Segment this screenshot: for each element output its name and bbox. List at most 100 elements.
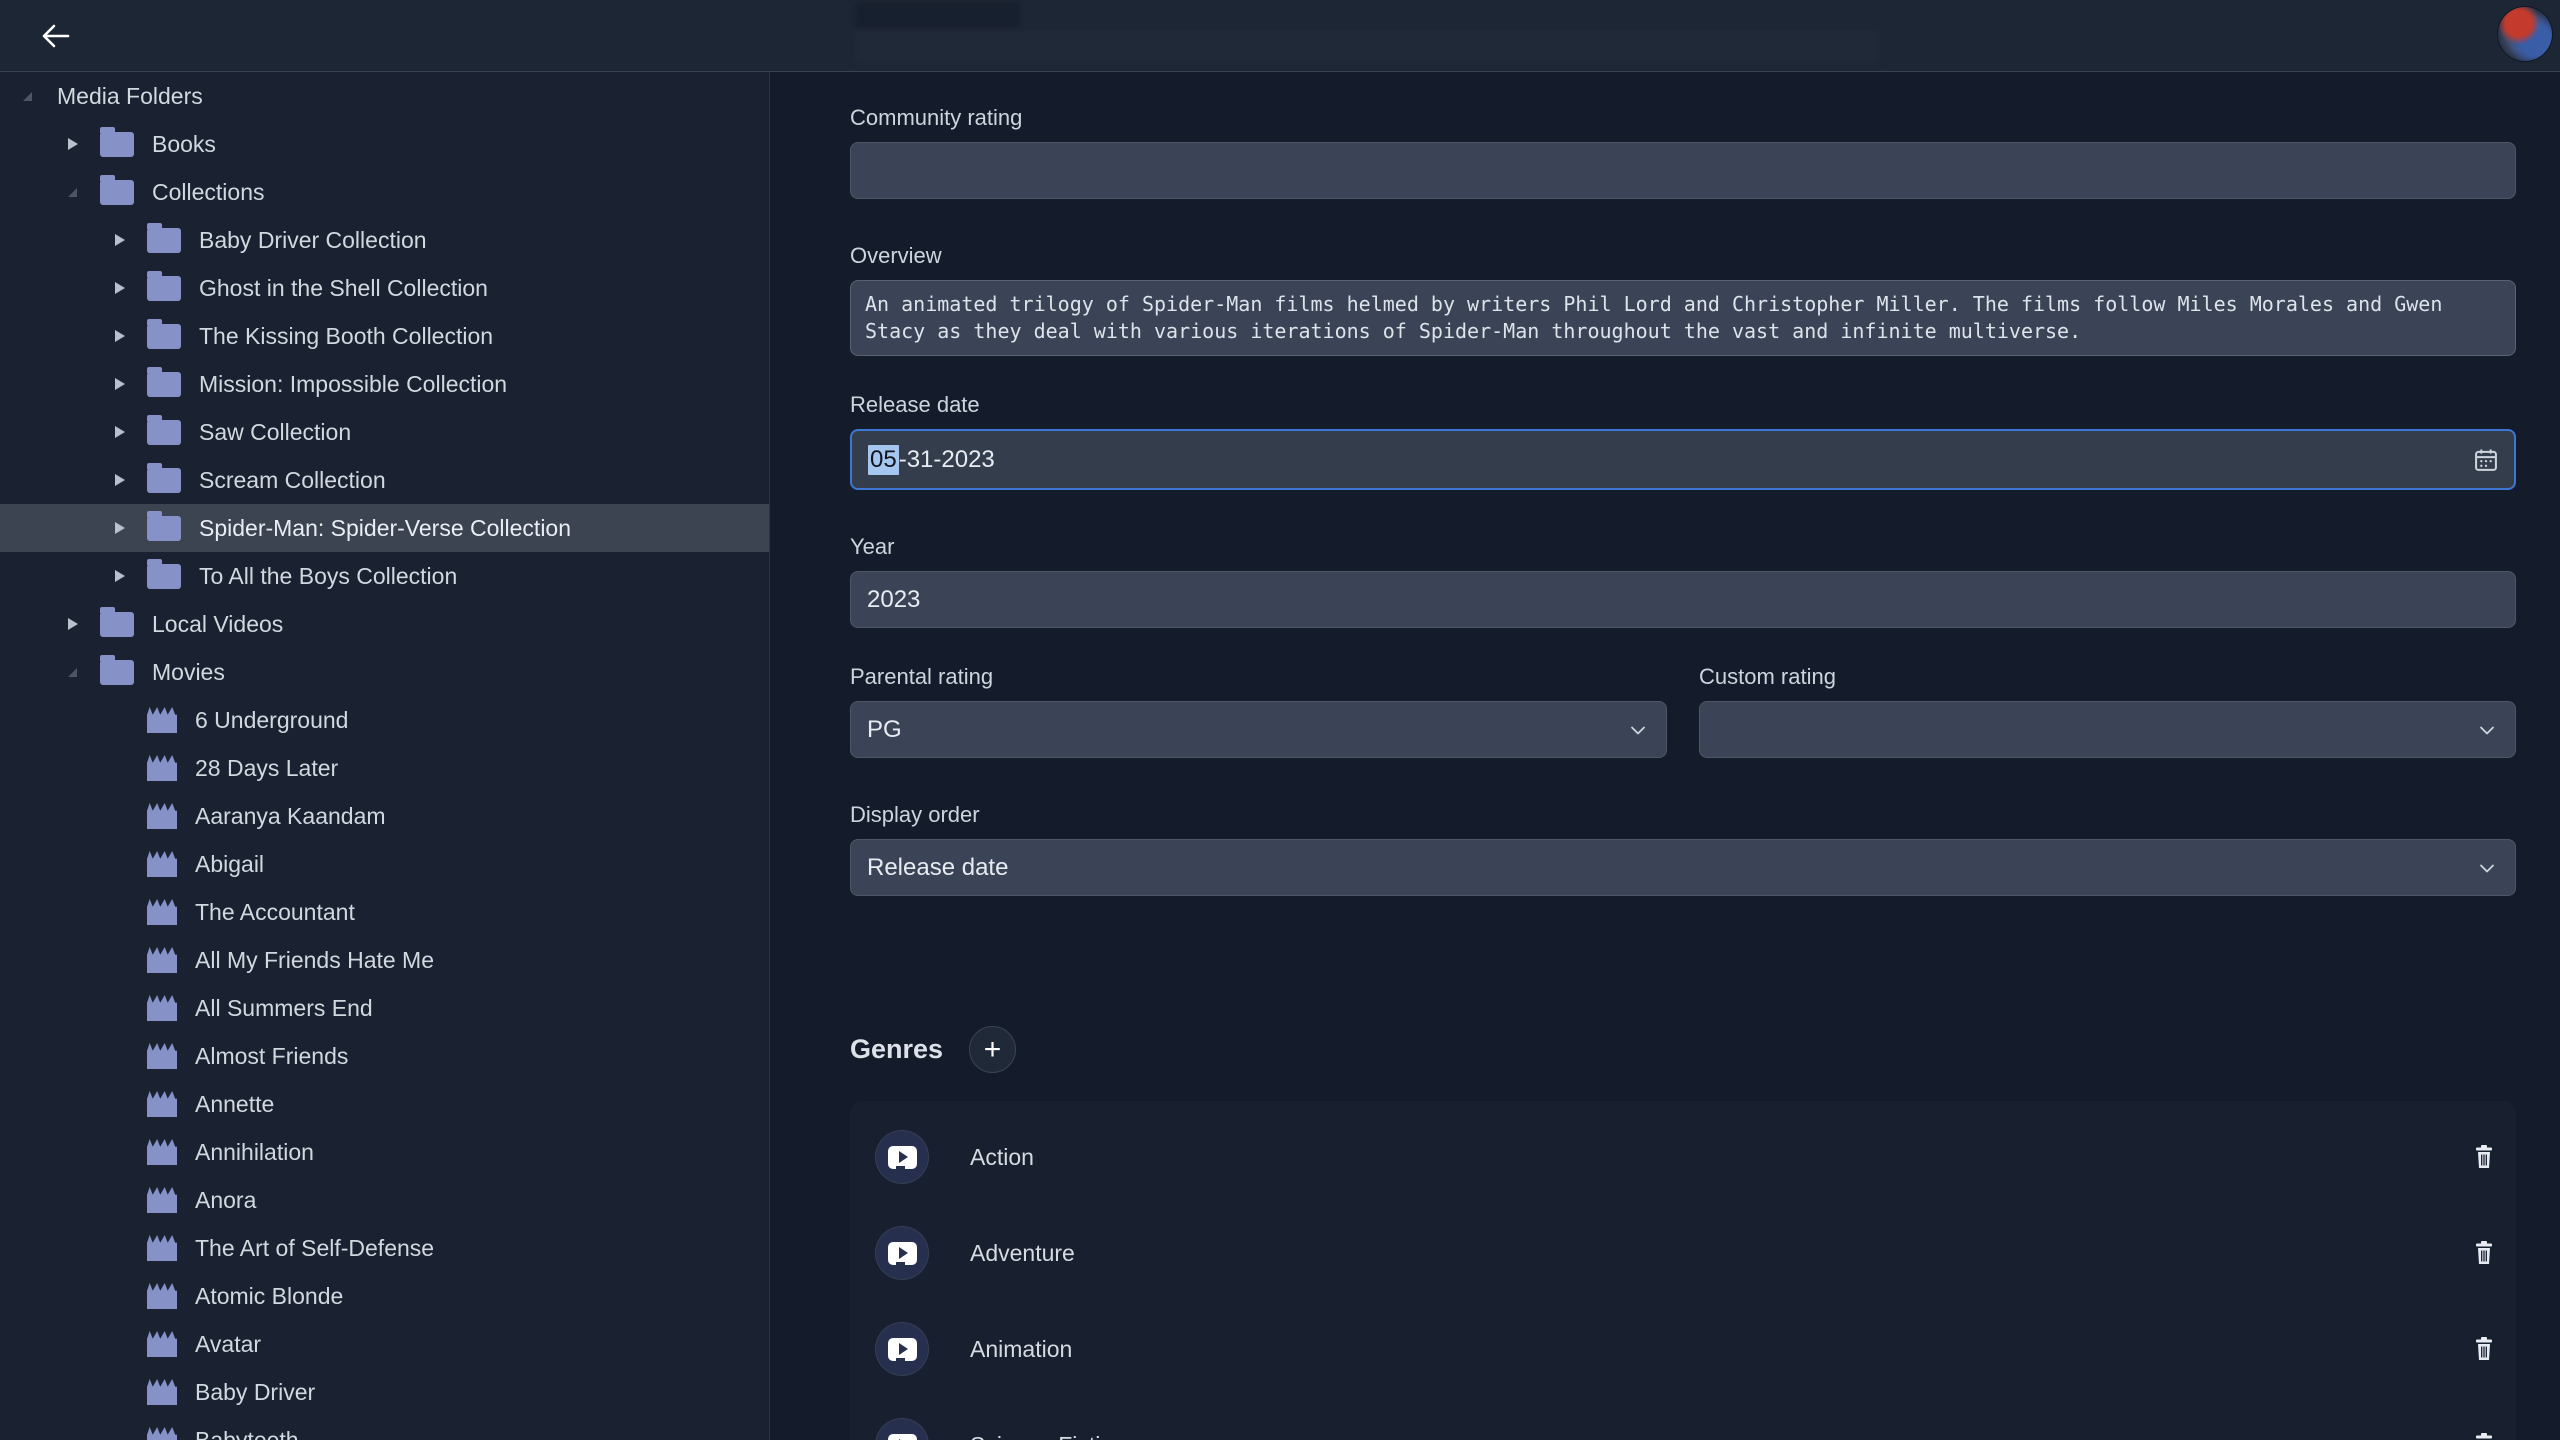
- folder-icon: [100, 660, 134, 685]
- tree-item-collections[interactable]: Collections: [0, 168, 769, 216]
- overview-textarea[interactable]: An animated trilogy of Spider-Man films …: [850, 280, 2516, 356]
- expander-spacer: [115, 1428, 139, 1440]
- expander-closed-icon[interactable]: [115, 324, 139, 348]
- chevron-down-icon: [2475, 856, 2499, 880]
- delete-genre-button[interactable]: [2472, 1239, 2496, 1267]
- expander-closed-icon[interactable]: [68, 612, 92, 636]
- expander-closed-icon[interactable]: [115, 564, 139, 588]
- year-input[interactable]: [850, 571, 2516, 628]
- tree-item-movie[interactable]: Annihilation: [0, 1128, 769, 1176]
- delete-genre-button[interactable]: [2472, 1143, 2496, 1171]
- tree-item-movie[interactable]: Babyteeth: [0, 1416, 769, 1440]
- tree-item-collection[interactable]: The Kissing Booth Collection: [0, 312, 769, 360]
- tree-item-collection[interactable]: To All the Boys Collection: [0, 552, 769, 600]
- tree-item-collection[interactable]: Scream Collection: [0, 456, 769, 504]
- tree-item-movie[interactable]: 28 Days Later: [0, 744, 769, 792]
- expander-spacer: [115, 852, 139, 876]
- tree-item-movie[interactable]: All Summers End: [0, 984, 769, 1032]
- expander-closed-icon[interactable]: [68, 132, 92, 156]
- folder-icon: [100, 180, 134, 205]
- tree-item-collection[interactable]: Baby Driver Collection: [0, 216, 769, 264]
- genre-list-item[interactable]: Animation: [850, 1301, 2516, 1397]
- top-app-bar: [0, 0, 2560, 72]
- movie-icon: [147, 1043, 177, 1069]
- expander-closed-icon[interactable]: [115, 420, 139, 444]
- tree-item-collection[interactable]: Mission: Impossible Collection: [0, 360, 769, 408]
- calendar-icon[interactable]: [2472, 446, 2500, 474]
- tree-item-label: Saw Collection: [199, 419, 351, 446]
- delete-genre-button[interactable]: [2472, 1431, 2496, 1440]
- community-rating-input[interactable]: [850, 142, 2516, 199]
- genres-list: Action Adventure: [850, 1101, 2516, 1440]
- expander-open-icon[interactable]: [68, 180, 92, 204]
- tree-item-movie[interactable]: The Art of Self-Defense: [0, 1224, 769, 1272]
- delete-genre-button[interactable]: [2472, 1335, 2496, 1363]
- release-date-input[interactable]: 05-31-2023: [850, 429, 2516, 490]
- tree-item-movie[interactable]: Atomic Blonde: [0, 1272, 769, 1320]
- tree-item-label: Movies: [152, 659, 225, 686]
- tree-item-movies[interactable]: Movies: [0, 648, 769, 696]
- tree-item-movie[interactable]: Baby Driver: [0, 1368, 769, 1416]
- user-avatar[interactable]: [2498, 7, 2552, 61]
- movie-icon: [147, 1139, 177, 1165]
- expander-spacer: [115, 708, 139, 732]
- tree-item-movie[interactable]: Anora: [0, 1176, 769, 1224]
- tree-item-movie[interactable]: Aaranya Kaandam: [0, 792, 769, 840]
- folder-icon: [147, 276, 181, 301]
- smart-display-icon: [888, 1434, 917, 1440]
- tree-item-movie[interactable]: 6 Underground: [0, 696, 769, 744]
- obscured-scrolled-content: [855, 2, 1020, 28]
- tree-item-label: Media Folders: [57, 83, 203, 110]
- folder-icon: [147, 420, 181, 445]
- expander-closed-icon[interactable]: [115, 516, 139, 540]
- parental-rating-select[interactable]: PG: [850, 701, 1667, 758]
- community-rating-group: Community rating: [850, 105, 2516, 199]
- smart-display-icon: [888, 1242, 917, 1265]
- expander-open-icon[interactable]: [68, 660, 92, 684]
- custom-rating-group: Custom rating: [1699, 664, 2516, 758]
- expander-closed-icon[interactable]: [115, 228, 139, 252]
- genre-list-item[interactable]: Action: [850, 1109, 2516, 1205]
- tree-item-label: All My Friends Hate Me: [195, 947, 434, 974]
- tree-item-movie[interactable]: Avatar: [0, 1320, 769, 1368]
- genre-label: Animation: [970, 1336, 1072, 1363]
- chevron-down-icon: [1626, 718, 1650, 742]
- tree-item-media-folders[interactable]: Media Folders: [0, 72, 769, 120]
- add-genre-button[interactable]: +: [969, 1026, 1016, 1073]
- tree-item-movie[interactable]: Almost Friends: [0, 1032, 769, 1080]
- tree-item-label: Baby Driver Collection: [199, 227, 427, 254]
- expander-closed-icon[interactable]: [115, 372, 139, 396]
- tree-item-movie[interactable]: Annette: [0, 1080, 769, 1128]
- genre-label: Science Fiction: [970, 1432, 1126, 1440]
- folder-icon: [100, 132, 134, 157]
- folder-icon: [147, 372, 181, 397]
- tree-item-label: Atomic Blonde: [195, 1283, 343, 1310]
- tree-item-movie[interactable]: All My Friends Hate Me: [0, 936, 769, 984]
- genre-avatar: [876, 1131, 928, 1183]
- display-order-select[interactable]: Release date: [850, 839, 2516, 896]
- tree-item-label: Ghost in the Shell Collection: [199, 275, 488, 302]
- tree-item-local-videos[interactable]: Local Videos: [0, 600, 769, 648]
- tree-item-movie[interactable]: Abigail: [0, 840, 769, 888]
- genre-list-item[interactable]: Science Fiction: [850, 1397, 2516, 1440]
- custom-rating-select[interactable]: [1699, 701, 2516, 758]
- expander-spacer: [115, 1188, 139, 1212]
- tree-item-label: The Accountant: [195, 899, 355, 926]
- tree-item-label: Babyteeth: [195, 1427, 299, 1440]
- folder-icon: [147, 468, 181, 493]
- tree-item-collection-selected[interactable]: Spider-Man: Spider-Verse Collection: [0, 504, 769, 552]
- movie-icon: [147, 1331, 177, 1357]
- genre-list-item[interactable]: Adventure: [850, 1205, 2516, 1301]
- expander-closed-icon[interactable]: [115, 276, 139, 300]
- tree-item-movie[interactable]: The Accountant: [0, 888, 769, 936]
- movie-icon: [147, 1187, 177, 1213]
- back-button[interactable]: [36, 18, 76, 54]
- tree-item-books[interactable]: Books: [0, 120, 769, 168]
- tree-item-collection[interactable]: Ghost in the Shell Collection: [0, 264, 769, 312]
- expander-closed-icon[interactable]: [115, 468, 139, 492]
- movie-icon: [147, 1379, 177, 1405]
- tree-item-label: 6 Underground: [195, 707, 348, 734]
- expander-spacer: [115, 1140, 139, 1164]
- tree-item-collection[interactable]: Saw Collection: [0, 408, 769, 456]
- expander-open-icon[interactable]: [23, 84, 47, 108]
